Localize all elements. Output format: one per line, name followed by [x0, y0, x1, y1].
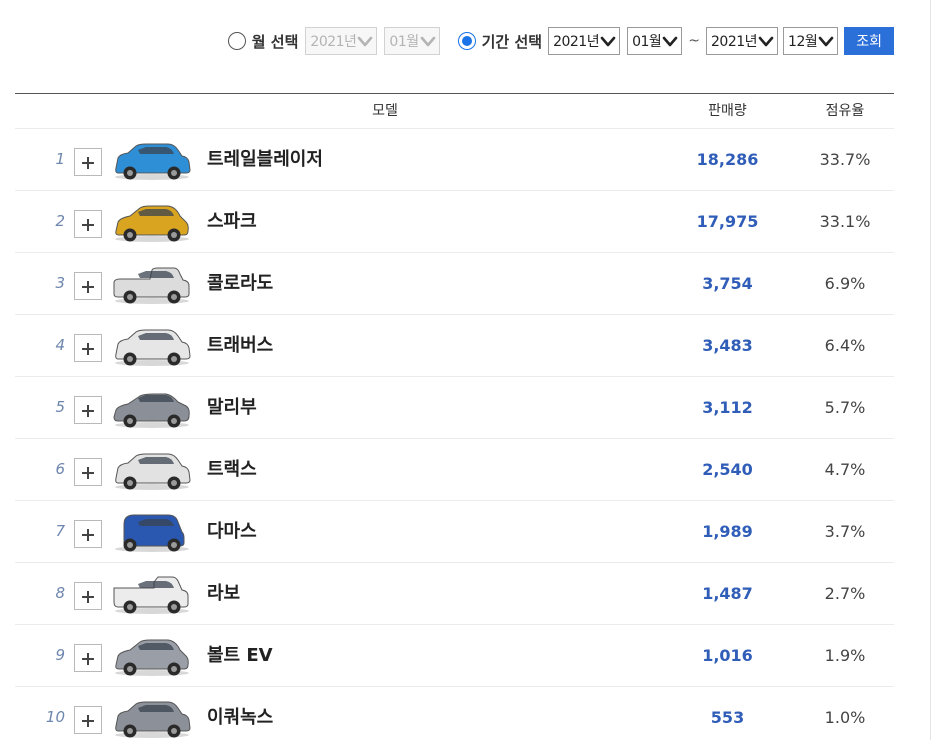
period-select-option[interactable]: 기간 선택: [457, 31, 543, 52]
expand-plus-icon[interactable]: [74, 396, 102, 424]
period-separator: ~: [688, 33, 701, 49]
header-model: 모델: [372, 103, 398, 119]
sales-count: 1,016: [702, 646, 753, 665]
rank-number: 2: [55, 212, 65, 230]
sales-count: 3,483: [702, 336, 753, 355]
model-name[interactable]: 라보: [207, 563, 240, 624]
table-row: 3 콜로라도 3,754 6.9%: [15, 253, 894, 315]
market-share: 6.9%: [824, 274, 866, 293]
month-month-select: 01월: [384, 27, 440, 55]
van-icon: [115, 514, 189, 552]
table-row: 6 트랙스 2,540 4.7%: [15, 439, 894, 501]
end-year-select[interactable]: 2021년: [706, 27, 779, 55]
filter-bar: 월 선택 2021년 01월 기간 선택 2021년 01월 ~ 2021년 1…: [0, 26, 894, 56]
table-row: 4 트래버스 3,483 6.4%: [15, 315, 894, 377]
expand-plus-icon[interactable]: [74, 458, 102, 486]
rank-number: 9: [55, 646, 65, 664]
end-month-select[interactable]: 12월: [783, 27, 839, 55]
chevron-down-icon: [662, 36, 678, 47]
market-share: 3.7%: [824, 522, 866, 541]
header-share: 점유율: [825, 103, 865, 119]
rank-number: 1: [55, 150, 65, 168]
rank-number: 8: [55, 584, 65, 602]
table-row: 7 다마스 1,989 3.7%: [15, 501, 894, 563]
model-name[interactable]: 이쿼녹스: [207, 687, 273, 740]
rank-number: 6: [55, 460, 65, 478]
table-row: 2 스파크 17,975 33.1%: [15, 191, 894, 253]
chevron-down-icon: [758, 36, 774, 47]
market-share: 33.7%: [819, 150, 871, 169]
market-share: 2.7%: [824, 584, 866, 603]
table-row: 5 말리부 3,112 5.7%: [15, 377, 894, 439]
suv-icon: [115, 143, 191, 180]
chevron-down-icon: [600, 36, 616, 47]
sales-count: 2,540: [702, 460, 753, 479]
rank-number: 5: [55, 398, 65, 416]
table-row: 9 볼트 EV 1,016 1.9%: [15, 625, 894, 687]
sales-count: 3,112: [702, 398, 753, 417]
expand-plus-icon[interactable]: [74, 148, 102, 176]
suv-icon: [115, 453, 191, 490]
start-month-select[interactable]: 01월: [627, 27, 683, 55]
hatchback-icon: [115, 639, 189, 676]
sales-count: 17,975: [696, 212, 759, 231]
sales-count: 18,286: [696, 150, 759, 169]
model-name[interactable]: 트래버스: [207, 315, 273, 376]
table-header: 모델 판매량 점유율: [15, 94, 894, 129]
expand-plus-icon[interactable]: [74, 706, 102, 734]
month-radio-label: 월 선택: [251, 32, 299, 51]
market-share: 6.4%: [824, 336, 866, 355]
right-divider: [930, 0, 931, 740]
model-name[interactable]: 콜로라도: [207, 253, 273, 314]
expand-plus-icon[interactable]: [74, 644, 102, 672]
model-name[interactable]: 말리부: [207, 377, 257, 438]
rank-number: 4: [55, 336, 65, 354]
expand-plus-icon[interactable]: [74, 582, 102, 610]
rank-number: 3: [55, 274, 65, 292]
search-button[interactable]: 조회: [844, 27, 894, 55]
model-name[interactable]: 트랙스: [207, 439, 257, 500]
market-share: 4.7%: [824, 460, 866, 479]
sales-ranking-page: 월 선택 2021년 01월 기간 선택 2021년 01월 ~ 2021년 1…: [0, 0, 936, 740]
expand-plus-icon[interactable]: [74, 520, 102, 548]
table-row: 10 이쿼녹스 553 1.0%: [15, 687, 894, 740]
sales-count: 1,487: [702, 584, 753, 603]
model-name[interactable]: 볼트 EV: [207, 625, 273, 686]
pickup-icon: [113, 267, 190, 304]
sales-count: 3,754: [702, 274, 753, 293]
model-name[interactable]: 다마스: [207, 501, 257, 562]
model-name[interactable]: 스파크: [207, 191, 257, 252]
expand-plus-icon[interactable]: [74, 272, 102, 300]
table-body: 1 트레일블레이저 18,286 33.7% 2 스파크 17,975 33.1…: [15, 129, 894, 740]
market-share: 33.1%: [819, 212, 871, 231]
sales-count: 1,989: [702, 522, 753, 541]
expand-plus-icon[interactable]: [74, 210, 102, 238]
rank-number: 7: [55, 522, 65, 540]
expand-plus-icon[interactable]: [74, 334, 102, 362]
sales-table: 모델 판매량 점유율 1 트레일블레이저 18,286 33.7% 2 스파크 …: [15, 93, 894, 740]
chevron-down-icon: [358, 36, 373, 47]
suv-icon: [115, 701, 191, 738]
month-select-option[interactable]: 월 선택: [227, 31, 299, 52]
truck-icon: [113, 576, 189, 614]
market-share: 1.0%: [824, 708, 866, 727]
header-sales: 판매량: [708, 103, 747, 119]
market-share: 1.9%: [824, 646, 866, 665]
sales-count: 553: [710, 708, 745, 727]
table-row: 1 트레일블레이저 18,286 33.7%: [15, 129, 894, 191]
chevron-down-icon: [420, 36, 435, 47]
chevron-down-icon: [818, 36, 834, 47]
suv-icon: [115, 329, 191, 366]
market-share: 5.7%: [824, 398, 866, 417]
sedan-icon: [113, 393, 190, 428]
month-radio[interactable]: [227, 32, 246, 50]
hatchback-icon: [115, 205, 189, 242]
month-year-select: 2021년: [305, 27, 378, 55]
table-row: 8 라보 1,487 2.7%: [15, 563, 894, 625]
period-radio[interactable]: [457, 32, 476, 50]
period-radio-label: 기간 선택: [481, 32, 543, 51]
rank-number: 10: [45, 708, 65, 726]
model-name[interactable]: 트레일블레이저: [207, 129, 323, 190]
start-year-select[interactable]: 2021년: [548, 27, 621, 55]
